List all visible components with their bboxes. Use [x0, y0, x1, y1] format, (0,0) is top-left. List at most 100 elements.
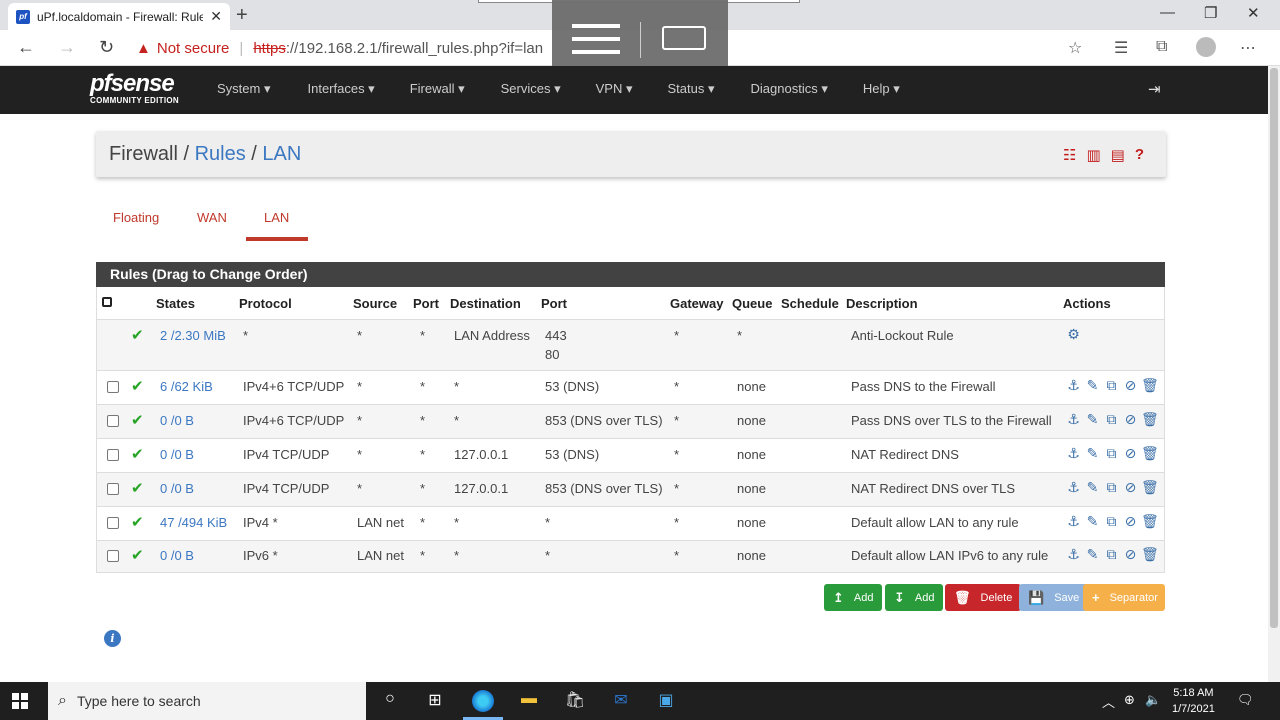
mail-icon[interactable]: ✉ — [610, 690, 632, 712]
page-scrollbar[interactable] — [1268, 66, 1280, 682]
states-link[interactable]: 0 /0 B — [160, 548, 194, 563]
sliders-icon[interactable]: ☷ — [1063, 146, 1076, 164]
favorite-star-icon[interactable]: ☆ — [1068, 38, 1082, 58]
separator-button[interactable]: + Separator — [1083, 584, 1165, 611]
anchor-icon[interactable]: ⚓ — [1065, 479, 1082, 496]
collections-icon[interactable]: ⧉ — [1156, 38, 1167, 56]
states-link[interactable]: 2 /2.30 MiB — [160, 328, 226, 343]
row-checkbox[interactable] — [107, 483, 119, 495]
more-menu-icon[interactable]: ⋯ — [1240, 38, 1256, 58]
disable-icon[interactable]: ⊘ — [1122, 546, 1139, 563]
gear-icon[interactable]: ⚙ — [1065, 326, 1082, 343]
nav-diagnostics[interactable]: Diagnostics ▾ — [751, 81, 828, 97]
copy-icon[interactable]: ⧉ — [1103, 546, 1120, 563]
nav-vpn[interactable]: VPN ▾ — [596, 81, 633, 97]
task-view-icon[interactable]: ⊞ — [424, 690, 446, 712]
states-link[interactable]: 0 /0 B — [160, 447, 194, 462]
browser-tab[interactable]: pf uPf.localdomain - Firewall: Rules: ✕ — [8, 3, 230, 30]
copy-icon[interactable]: ⧉ — [1103, 411, 1120, 428]
trash-icon[interactable]: 🗑 — [1141, 445, 1159, 462]
add-rule-bottom-button[interactable]: ↧ Add — [885, 584, 944, 611]
info-icon[interactable]: i — [104, 630, 121, 647]
favorites-list-icon[interactable]: ☰ — [1114, 38, 1128, 58]
tray-chevron-icon[interactable]: ︿ — [1102, 692, 1115, 711]
help-circle-icon[interactable]: ? — [1135, 146, 1144, 164]
disable-icon[interactable]: ⊘ — [1122, 479, 1139, 496]
logout-icon[interactable]: ⇥ — [1148, 80, 1161, 98]
table-row[interactable]: ✔ 0 /0 B IPv4 TCP/UDP * * 127.0.0.1 53 (… — [97, 438, 1164, 472]
nav-interfaces[interactable]: Interfaces ▾ — [307, 81, 374, 97]
profile-avatar[interactable] — [1196, 37, 1216, 57]
windows-start-icon[interactable] — [12, 693, 28, 709]
hamburger-menu-icon[interactable] — [572, 24, 620, 63]
close-window-icon[interactable]: ✕ — [1247, 4, 1260, 22]
copy-icon[interactable]: ⧉ — [1103, 377, 1120, 394]
table-row[interactable]: ✔ 0 /0 B IPv4 TCP/UDP * * 127.0.0.1 853 … — [97, 472, 1164, 506]
cortana-icon[interactable]: ○ — [379, 690, 401, 712]
crumb-rules[interactable]: Rules — [195, 143, 246, 165]
reload-icon[interactable]: ↻ — [99, 37, 114, 58]
taskbar-clock[interactable]: 5:18 AM 1/7/2021 — [1172, 685, 1215, 717]
back-icon[interactable]: ← — [17, 37, 35, 58]
restore-icon[interactable]: ❐ — [1204, 4, 1217, 22]
disable-icon[interactable]: ⊘ — [1122, 411, 1139, 428]
nav-status[interactable]: Status ▾ — [668, 81, 715, 97]
row-checkbox[interactable] — [107, 381, 119, 393]
copy-icon[interactable]: ⧉ — [1103, 513, 1120, 530]
save-button[interactable]: 💾 Save — [1019, 584, 1089, 611]
states-link[interactable]: 6 /62 KiB — [160, 379, 213, 394]
minimize-icon[interactable]: — — [1160, 4, 1175, 21]
notifications-icon[interactable]: 🗨 — [1237, 692, 1254, 708]
forward-icon[interactable]: → — [58, 37, 76, 58]
trash-icon[interactable]: 🗑 — [1141, 479, 1159, 496]
keyboard-icon[interactable] — [662, 26, 706, 50]
taskbar-search[interactable]: ⌕ Type here to search — [48, 682, 366, 720]
edge-browser-icon[interactable] — [472, 690, 494, 712]
volume-icon[interactable]: 🔈 — [1145, 692, 1161, 708]
copy-icon[interactable]: ⧉ — [1103, 445, 1120, 462]
trash-icon[interactable]: 🗑 — [1141, 411, 1159, 428]
anchor-icon[interactable]: ⚓ — [1065, 546, 1082, 563]
edit-pencil-icon[interactable]: ✎ — [1084, 411, 1101, 428]
tab-wan[interactable]: WAN — [197, 210, 227, 225]
nav-help[interactable]: Help ▾ — [863, 81, 900, 97]
edit-pencil-icon[interactable]: ✎ — [1084, 546, 1101, 563]
nav-system[interactable]: System ▾ — [217, 81, 270, 97]
states-link[interactable]: 0 /0 B — [160, 413, 194, 428]
table-row[interactable]: ✔ 0 /0 B IPv4+6 TCP/UDP * * * 853 (DNS o… — [97, 404, 1164, 438]
delete-button[interactable]: 🗑 Delete — [945, 584, 1022, 611]
store-icon[interactable]: 🛍 — [564, 690, 586, 712]
states-link[interactable]: 0 /0 B — [160, 481, 194, 496]
disable-icon[interactable]: ⊘ — [1122, 377, 1139, 394]
table-icon[interactable]: ▤ — [1111, 146, 1125, 164]
nav-firewall[interactable]: Firewall ▾ — [410, 81, 465, 97]
trash-icon[interactable]: 🗑 — [1141, 377, 1159, 394]
bar-chart-icon[interactable]: ▥ — [1086, 146, 1100, 164]
disable-icon[interactable]: ⊘ — [1122, 513, 1139, 530]
tab-floating[interactable]: Floating — [113, 210, 159, 225]
new-tab-icon[interactable]: + — [236, 4, 248, 27]
add-rule-top-button[interactable]: ↥ Add — [824, 584, 883, 611]
row-checkbox[interactable] — [107, 449, 119, 461]
anchor-icon[interactable]: ⚓ — [1065, 411, 1082, 428]
trash-icon[interactable]: 🗑 — [1141, 513, 1159, 530]
crumb-lan[interactable]: LAN — [262, 143, 301, 165]
trash-icon[interactable]: 🗑 — [1141, 546, 1159, 563]
pfsense-logo[interactable]: pfsense COMMUNITY EDITION — [90, 72, 179, 106]
select-all-checkbox[interactable] — [102, 297, 112, 307]
anchor-icon[interactable]: ⚓ — [1065, 445, 1082, 462]
close-tab-icon[interactable]: ✕ — [210, 8, 222, 25]
remote-desktop-icon[interactable]: ▣ — [655, 690, 677, 712]
file-explorer-icon[interactable]: ▬ — [518, 690, 540, 712]
edit-pencil-icon[interactable]: ✎ — [1084, 479, 1101, 496]
states-link[interactable]: 47 /494 KiB — [160, 515, 227, 530]
network-icon[interactable]: ⊕ — [1124, 692, 1135, 708]
table-row[interactable]: ✔ 6 /62 KiB IPv4+6 TCP/UDP * * * 53 (DNS… — [97, 370, 1164, 404]
nav-services[interactable]: Services ▾ — [501, 81, 561, 97]
row-checkbox[interactable] — [107, 550, 119, 562]
anchor-icon[interactable]: ⚓ — [1065, 377, 1082, 394]
tab-lan[interactable]: LAN — [264, 210, 289, 225]
table-row[interactable]: ✔ 47 /494 KiB IPv4 * LAN net * * * * non… — [97, 506, 1164, 540]
row-checkbox[interactable] — [107, 415, 119, 427]
anchor-icon[interactable]: ⚓ — [1065, 513, 1082, 530]
